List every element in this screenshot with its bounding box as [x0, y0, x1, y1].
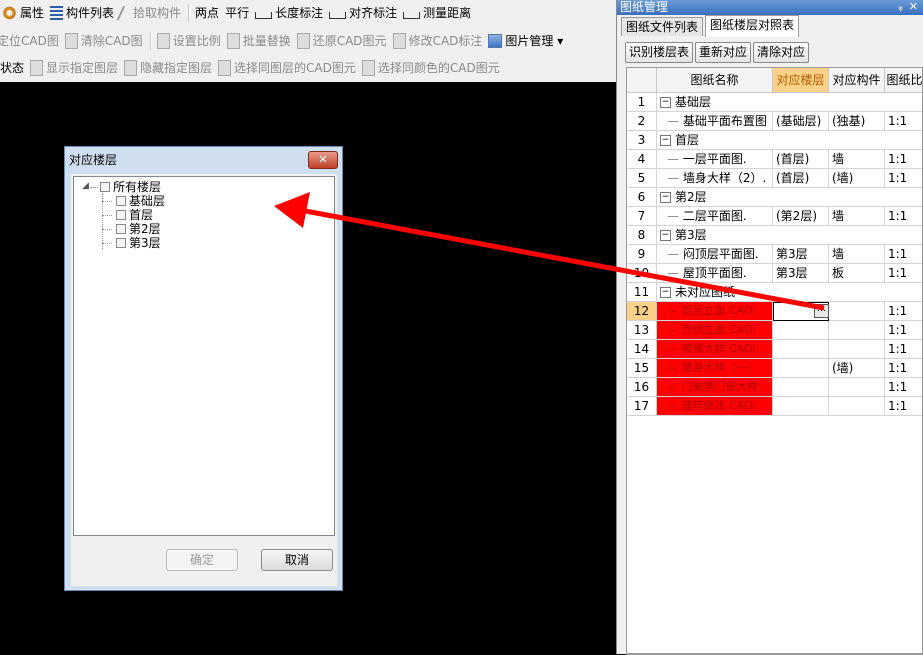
arrow-line: [299, 207, 825, 311]
arrow-head: [274, 192, 310, 228]
red-arrow-annotation: [274, 192, 825, 311]
